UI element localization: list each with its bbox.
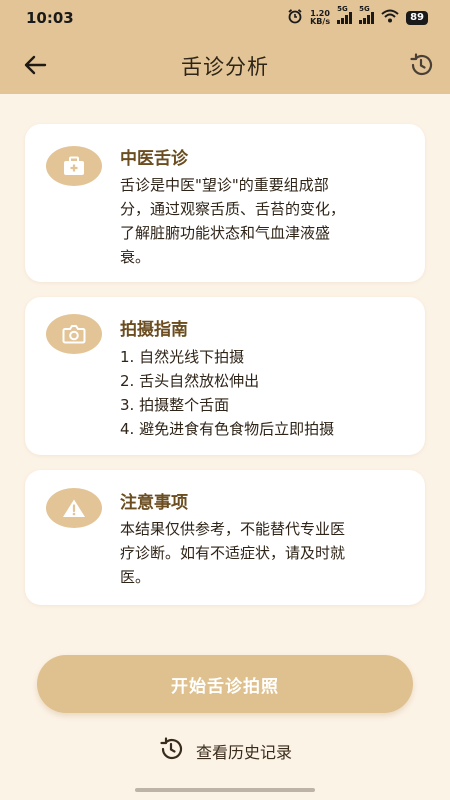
back-button[interactable] (18, 52, 52, 82)
network-speed: 1.20 KB/s (310, 9, 331, 26)
card-title: 拍摄指南 (120, 320, 188, 340)
status-bar: 10:03 1.20 KB/s 5G 5G 89 (0, 0, 450, 36)
list-item: 2. 舌头自然放松伸出 (120, 372, 260, 390)
home-indicator[interactable] (135, 788, 315, 792)
view-history-link[interactable]: 查看历史记录 (0, 734, 450, 768)
intro-card: 中医舌诊 舌诊是中医"望诊"的重要组成部 分，通过观察舌质、舌苔的变化， 了解脏… (25, 124, 425, 282)
list-item: 4. 避免进食有色食物后立即拍摄 (120, 420, 335, 438)
page-title: 舌诊分析 (181, 55, 269, 79)
header-bar: 10:03 1.20 KB/s 5G 5G 89 舌诊分析 (0, 0, 450, 94)
history-clock-icon (158, 736, 184, 766)
card-title: 注意事项 (120, 493, 188, 513)
card-description: 舌诊是中医"望诊"的重要组成部 分，通过观察舌质、舌苔的变化， 了解脏腑功能状态… (120, 176, 346, 266)
card-title: 中医舌诊 (120, 149, 188, 169)
arrow-left-icon (23, 55, 47, 79)
status-icons: 1.20 KB/s 5G 5G 89 (287, 5, 428, 28)
history-button[interactable] (404, 52, 438, 82)
status-time: 10:03 (26, 9, 74, 27)
notice-card: 注意事项 本结果仅供参考，不能替代专业医 疗诊断。如有不适症状，请及时就 医。 (25, 470, 425, 605)
guide-card: 拍摄指南 1. 自然光线下拍摄 2. 舌头自然放松伸出 3. 拍摄整个舌面 4.… (25, 297, 425, 455)
history-clock-icon (408, 52, 434, 82)
card-description: 本结果仅供参考，不能替代专业医 疗诊断。如有不适症状，请及时就 医。 (120, 520, 346, 586)
guide-list: 1. 自然光线下拍摄 2. 舌头自然放松伸出 3. 拍摄整个舌面 4. 避免进食… (120, 345, 420, 441)
title-bar: 舌诊分析 (0, 40, 450, 92)
signal-icon: 5G (337, 5, 353, 24)
alarm-icon (287, 8, 303, 28)
wifi-icon (381, 9, 399, 27)
list-item: 3. 拍摄整个舌面 (120, 396, 230, 414)
warning-icon (46, 488, 102, 528)
camera-icon (46, 314, 102, 354)
list-item: 1. 自然光线下拍摄 (120, 348, 245, 366)
battery-indicator: 89 (406, 11, 428, 25)
medical-kit-icon (46, 146, 102, 186)
signal-icon: 5G (359, 5, 375, 24)
start-tongue-photo-button[interactable]: 开始舌诊拍照 (37, 655, 413, 713)
view-history-label: 查看历史记录 (195, 743, 292, 762)
